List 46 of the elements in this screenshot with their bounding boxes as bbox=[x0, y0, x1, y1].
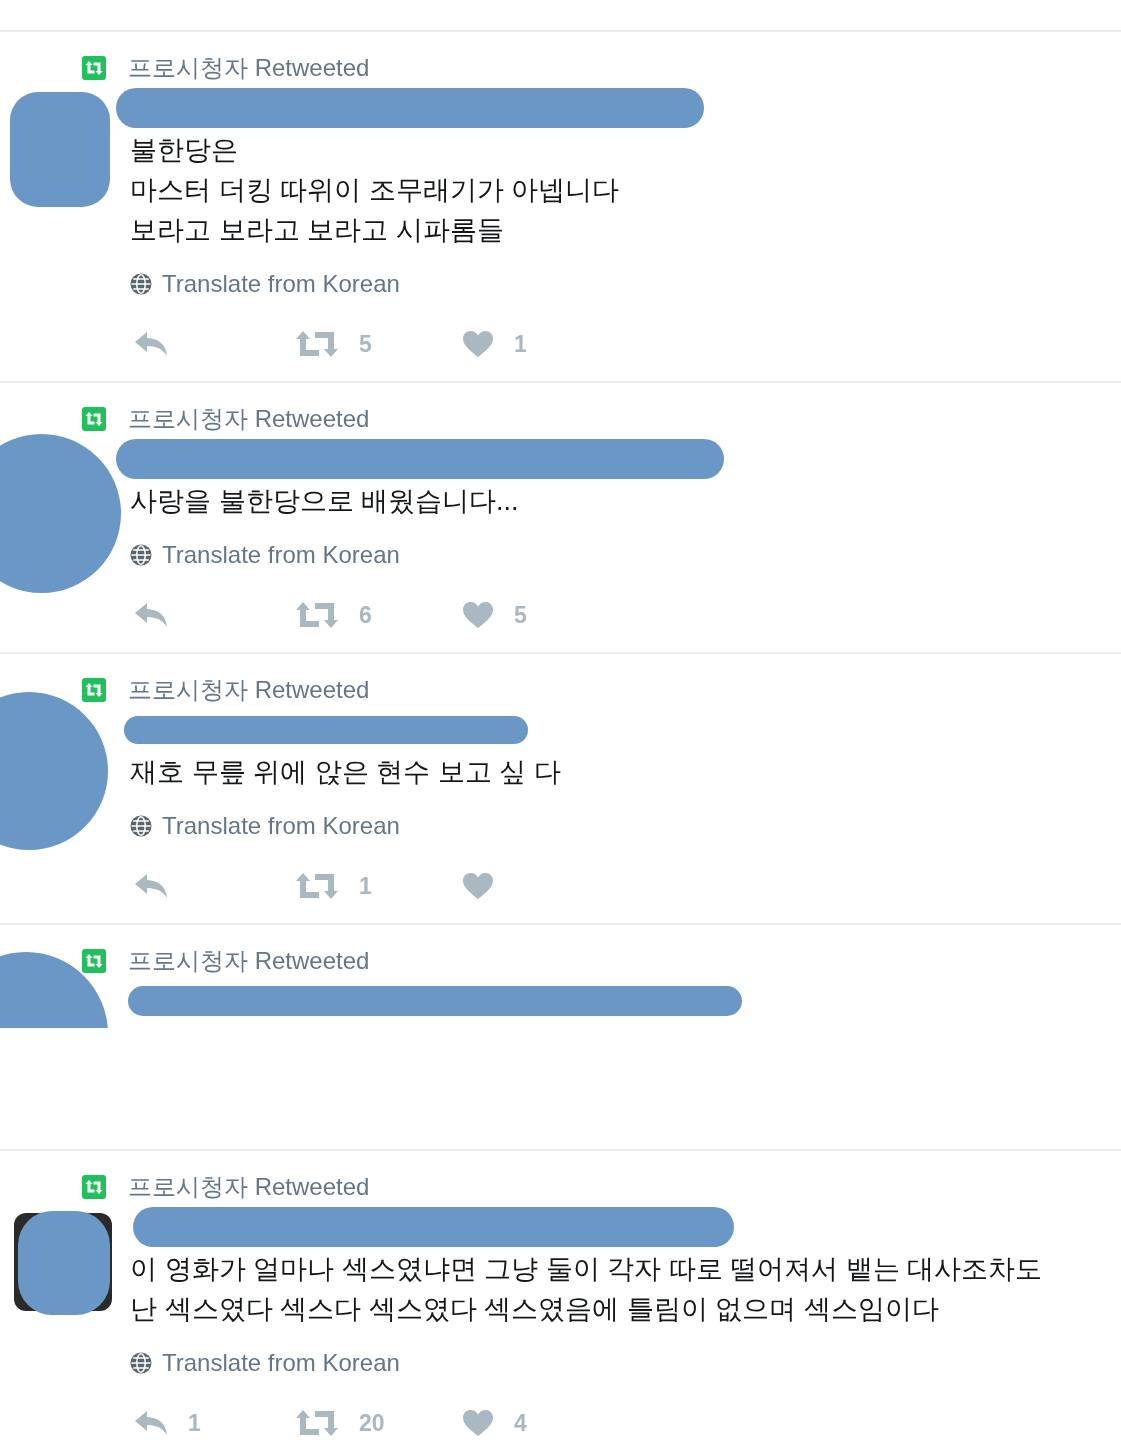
heart-icon bbox=[463, 602, 493, 628]
translate-link[interactable]: Translate from Korean bbox=[130, 1349, 400, 1377]
reply-icon bbox=[135, 874, 167, 898]
retweet-context: 프로시청자 Retweeted bbox=[128, 675, 370, 705]
tweet-text: 재호 무릎 위에 앉은 현수 보고 싶 다 bbox=[130, 756, 561, 789]
translate-link[interactable]: Translate from Korean bbox=[130, 541, 400, 569]
like-button[interactable]: 5 bbox=[463, 601, 527, 629]
retweet-icon bbox=[296, 873, 338, 899]
retweet-badge-icon bbox=[82, 1175, 106, 1199]
retweet-icon bbox=[296, 1410, 338, 1436]
tweet-text: 이 영화가 얼마나 섹스였냐면 그냥 둘이 각자 따로 떨어져서 뱉는 대사조차도 난 섹스였다 섹스다 섹스였다 섹스였음에 틀림이 없으며 섹스임이다 bbox=[130, 1253, 1042, 1326]
retweet-context: 프로시청자 Retweeted bbox=[128, 53, 370, 83]
translate-link[interactable]: Translate from Korean bbox=[130, 270, 400, 298]
reply-icon bbox=[135, 1411, 167, 1435]
tweet-text: 불한당은 마스터 더킹 따위이 조무래기가 아넵니다 보라고 보라고 보라고 시파롬들 bbox=[130, 134, 619, 247]
heart-icon bbox=[463, 331, 493, 357]
like-button[interactable] bbox=[463, 873, 493, 899]
retweet-button[interactable]: 1 bbox=[296, 872, 372, 900]
retweet-badge-icon bbox=[82, 949, 106, 973]
retweet-context: 프로시청자 Retweeted bbox=[128, 946, 370, 976]
reply-button[interactable] bbox=[135, 603, 167, 627]
retweet-button[interactable]: 20 bbox=[296, 1409, 385, 1437]
like-button[interactable]: 4 bbox=[463, 1409, 527, 1437]
retweet-context: 프로시청자 Retweeted bbox=[128, 1172, 370, 1202]
retweet-icon bbox=[296, 331, 338, 357]
reply-icon bbox=[135, 603, 167, 627]
heart-icon bbox=[463, 1410, 493, 1436]
retweet-context: 프로시청자 Retweeted bbox=[128, 404, 370, 434]
globe-icon bbox=[130, 1352, 152, 1374]
retweet-badge-icon bbox=[82, 56, 106, 80]
globe-icon bbox=[130, 815, 152, 837]
retweet-button[interactable]: 5 bbox=[296, 330, 372, 358]
retweet-badge-icon bbox=[82, 407, 106, 431]
reply-button[interactable] bbox=[135, 874, 167, 898]
retweet-button[interactable]: 6 bbox=[296, 601, 372, 629]
like-button[interactable]: 1 bbox=[463, 330, 527, 358]
reply-button[interactable] bbox=[135, 332, 167, 356]
globe-icon bbox=[130, 544, 152, 566]
reply-icon bbox=[135, 332, 167, 356]
translate-link[interactable]: Translate from Korean bbox=[130, 812, 400, 840]
retweet-icon bbox=[296, 602, 338, 628]
retweet-badge-icon bbox=[82, 678, 106, 702]
reply-button[interactable]: 1 bbox=[135, 1409, 201, 1437]
heart-icon bbox=[463, 873, 493, 899]
tweet-text: 사랑을 불한당으로 배웠습니다... bbox=[130, 485, 519, 518]
globe-icon bbox=[130, 273, 152, 295]
